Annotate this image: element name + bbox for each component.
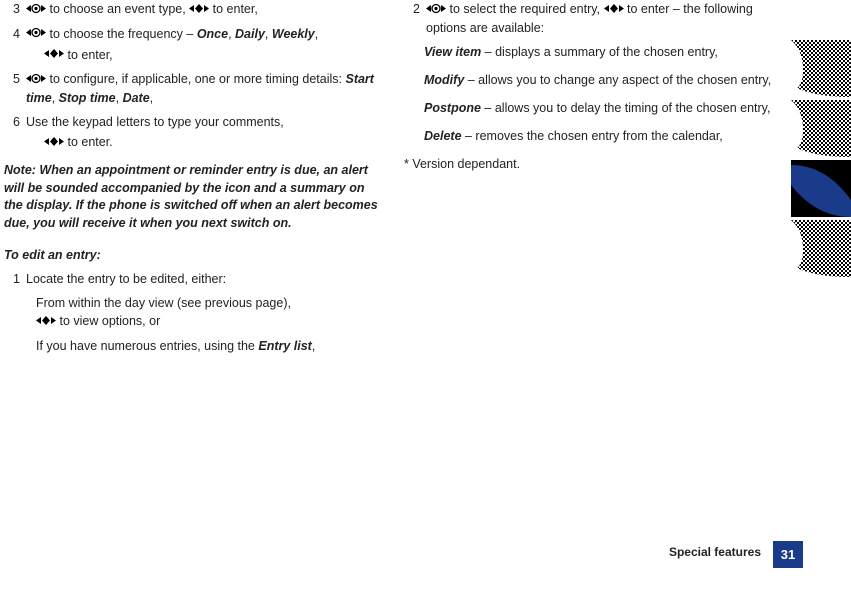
step-text: Use the keypad letters to type your comm… <box>26 115 284 129</box>
term-entry-list: Entry list <box>258 339 312 353</box>
side-tab <box>791 40 851 97</box>
step-number: 6 <box>4 113 26 152</box>
step-text: to enter, <box>213 2 258 16</box>
version-footnote: * Version dependant. <box>404 155 774 173</box>
option-view-item: View item – displays a summary of the ch… <box>424 43 774 61</box>
term-daily: Daily <box>235 27 265 41</box>
step-number: 1 <box>4 270 26 288</box>
edit-sub-entrylist: If you have numerous entries, using the … <box>36 337 384 355</box>
option-modify: Modify – allows you to change any aspect… <box>424 71 774 89</box>
side-tabs <box>791 40 851 280</box>
edit-step-1: 1 Locate the entry to be edited, either: <box>4 270 384 288</box>
option-delete: Delete – removes the chosen entry from t… <box>424 127 774 145</box>
term-weekly: Weekly <box>272 27 315 41</box>
step-text: Locate the entry to be edited, either: <box>26 270 384 288</box>
nav-wheel-icon <box>26 71 46 89</box>
step-number: 4 <box>4 25 26 65</box>
right-column: 2 to select the required entry, to enter… <box>404 0 794 592</box>
nav-wheel-icon <box>26 1 46 19</box>
step-subtext: to enter, <box>67 48 112 62</box>
page-number-badge: 31 <box>773 541 803 568</box>
step-4: 4 to choose the frequency – Once, Daily,… <box>4 25 384 65</box>
step-text: to choose the frequency – <box>49 27 196 41</box>
side-tab-active <box>791 160 851 217</box>
step-text: to configure, if applicable, one or more… <box>49 72 345 86</box>
step-number: 5 <box>4 70 26 107</box>
enter-diamond-icon <box>36 313 56 331</box>
term-stop-time: Stop time <box>59 91 116 105</box>
left-column: 3 to choose an event type, to enter, 4 t… <box>4 0 404 592</box>
step-subtext: to enter. <box>67 135 112 149</box>
enter-diamond-icon <box>189 1 209 19</box>
step-number: 3 <box>4 0 26 19</box>
term-date: Date <box>123 91 150 105</box>
step-3: 3 to choose an event type, to enter, <box>4 0 384 19</box>
step-6: 6 Use the keypad letters to type your co… <box>4 113 384 152</box>
side-tab <box>791 220 851 277</box>
alert-note: Note: When an appointment or reminder en… <box>4 162 384 232</box>
term-once: Once <box>197 27 228 41</box>
edit-step-2: 2 to select the required entry, to enter… <box>404 0 774 37</box>
option-postpone: Postpone – allows you to delay the timin… <box>424 99 774 117</box>
enter-diamond-icon <box>44 134 64 152</box>
section-footer-label: Special features <box>669 544 761 561</box>
nav-wheel-icon <box>426 1 446 19</box>
nav-wheel-icon <box>26 25 46 43</box>
edit-entry-heading: To edit an entry: <box>4 246 384 264</box>
enter-diamond-icon <box>604 1 624 19</box>
step-number: 2 <box>404 0 426 37</box>
enter-diamond-icon <box>44 46 64 64</box>
step-text: to choose an event type, <box>49 2 189 16</box>
side-tab <box>791 100 851 157</box>
step-5: 5 to configure, if applicable, one or mo… <box>4 70 384 107</box>
edit-sub-dayview: From within the day view (see previous p… <box>36 294 384 331</box>
